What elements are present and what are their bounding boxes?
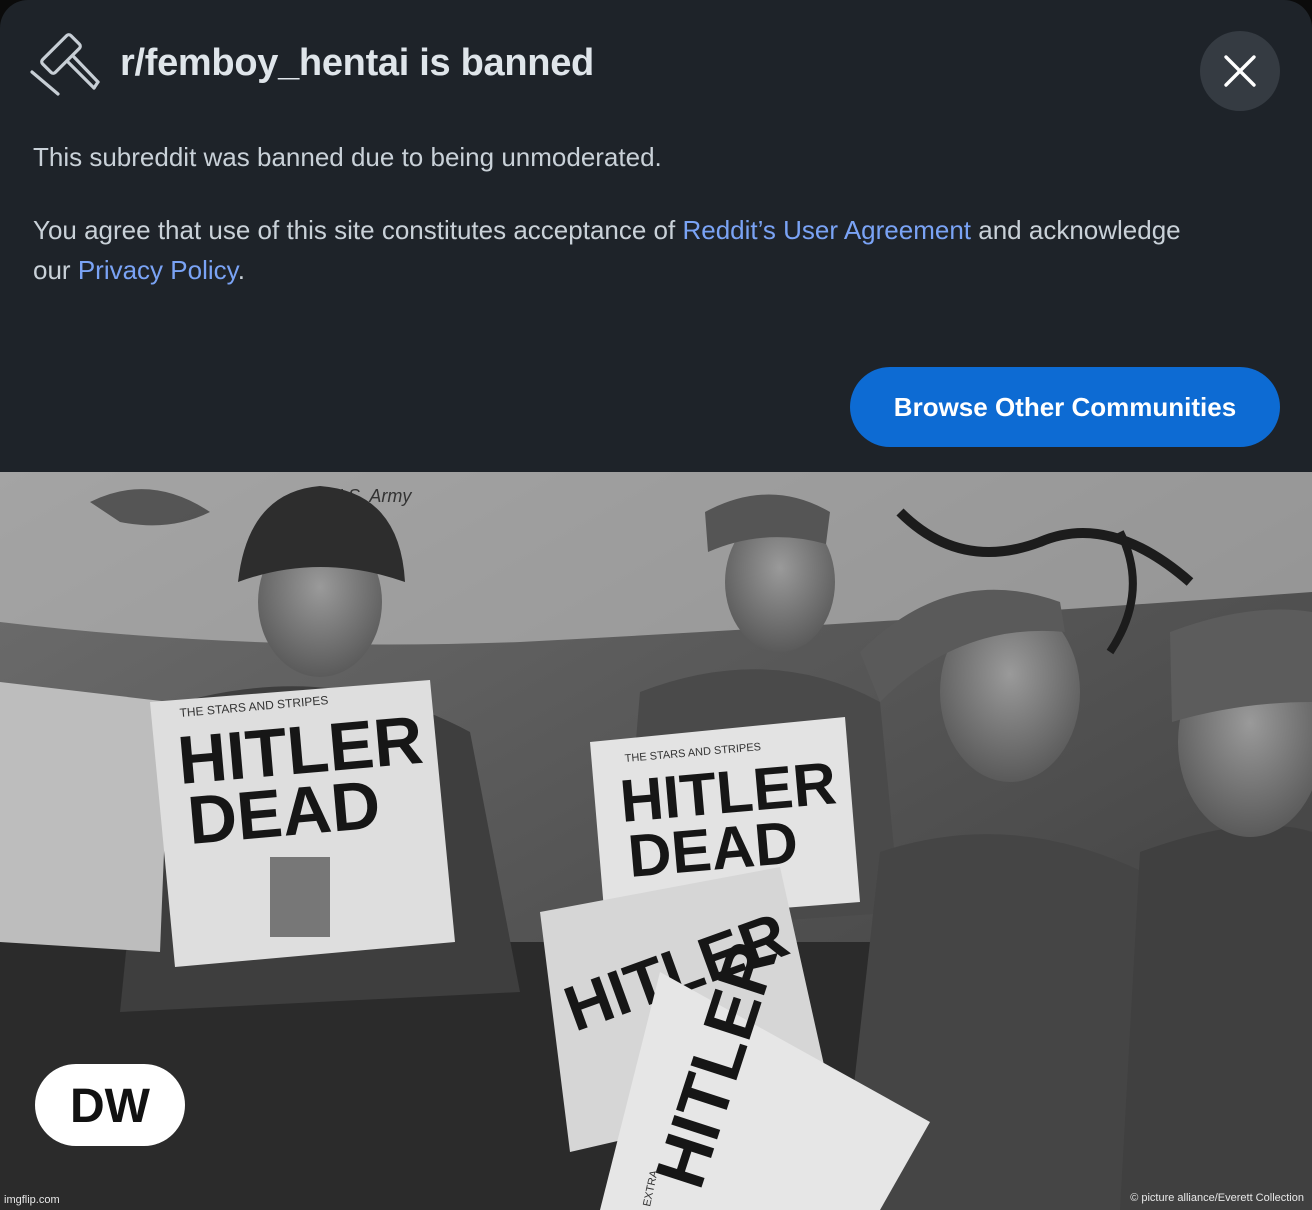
close-icon: [1224, 55, 1256, 87]
ban-reason-text: This subreddit was banned due to being u…: [33, 142, 662, 172]
agreement-prefix: You agree that use of this site constitu…: [33, 215, 683, 245]
agreement-suffix: .: [237, 255, 245, 285]
imgflip-watermark: imgflip.com: [4, 1194, 60, 1206]
soldier-far-right-body: [1120, 825, 1312, 1210]
user-agreement-link[interactable]: Reddit’s User Agreement: [682, 215, 971, 245]
dw-logo: DW: [35, 1064, 185, 1146]
agreement-text: You agree that use of this site constitu…: [33, 210, 1213, 290]
dw-logo-text: DW: [70, 1080, 151, 1133]
gavel-icon: [30, 33, 100, 96]
browse-communities-button[interactable]: Browse Other Communities: [850, 367, 1280, 447]
close-button[interactable]: [1200, 31, 1280, 111]
dialog-title: r/femboy_hentai is banned: [120, 42, 594, 84]
newspaper-left: THE STARS AND STRIPES HITLER DEAD: [0, 680, 455, 967]
photo-credit: © picture alliance/Everett Collection: [1130, 1192, 1304, 1204]
ban-dialog: r/femboy_hentai is banned This subreddit…: [0, 0, 1312, 472]
privacy-policy-link[interactable]: Privacy Policy: [78, 255, 238, 285]
historical-photo: U.S. Army THE STARS AND STRIPES HITLER D…: [0, 472, 1312, 1210]
